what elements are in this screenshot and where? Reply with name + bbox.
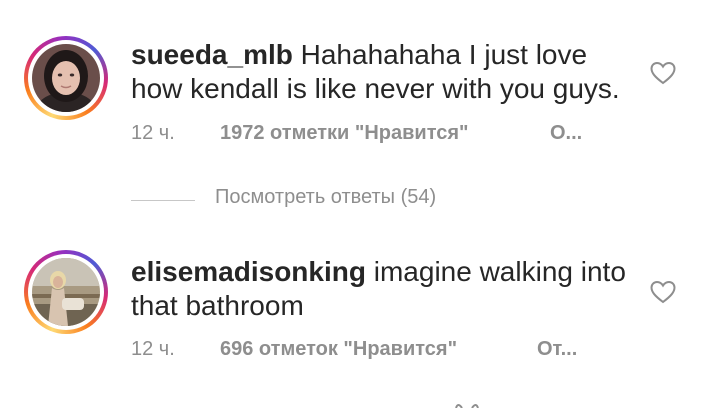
partial-icon (455, 404, 479, 408)
story-ring[interactable] (24, 36, 108, 120)
comment-time: 12 ч. (131, 122, 175, 144)
reply-button[interactable]: От... (537, 338, 577, 361)
comment-text: elisemadisonking imagine walking into th… (131, 255, 641, 323)
avatar[interactable] (32, 258, 100, 326)
comment-time: 12 ч. (131, 338, 175, 360)
comment-username[interactable]: elisemadisonking (131, 256, 366, 287)
replies-divider (131, 200, 195, 201)
heart-outline-icon[interactable] (650, 61, 676, 85)
likes-count[interactable]: 1972 отметки "Нравится" (220, 122, 469, 145)
reply-button[interactable]: О... (550, 122, 582, 145)
avatar[interactable] (32, 44, 100, 112)
heart-outline-icon[interactable] (650, 280, 676, 304)
comment-text: sueeda_mlb Hahahahaha I just love how ke… (131, 38, 641, 106)
view-replies-label[interactable]: Посмотреть ответы (54) (215, 186, 436, 209)
story-ring[interactable] (24, 250, 108, 334)
comment-username[interactable]: sueeda_mlb (131, 39, 293, 70)
likes-count[interactable]: 696 отметок "Нравится" (220, 338, 457, 361)
